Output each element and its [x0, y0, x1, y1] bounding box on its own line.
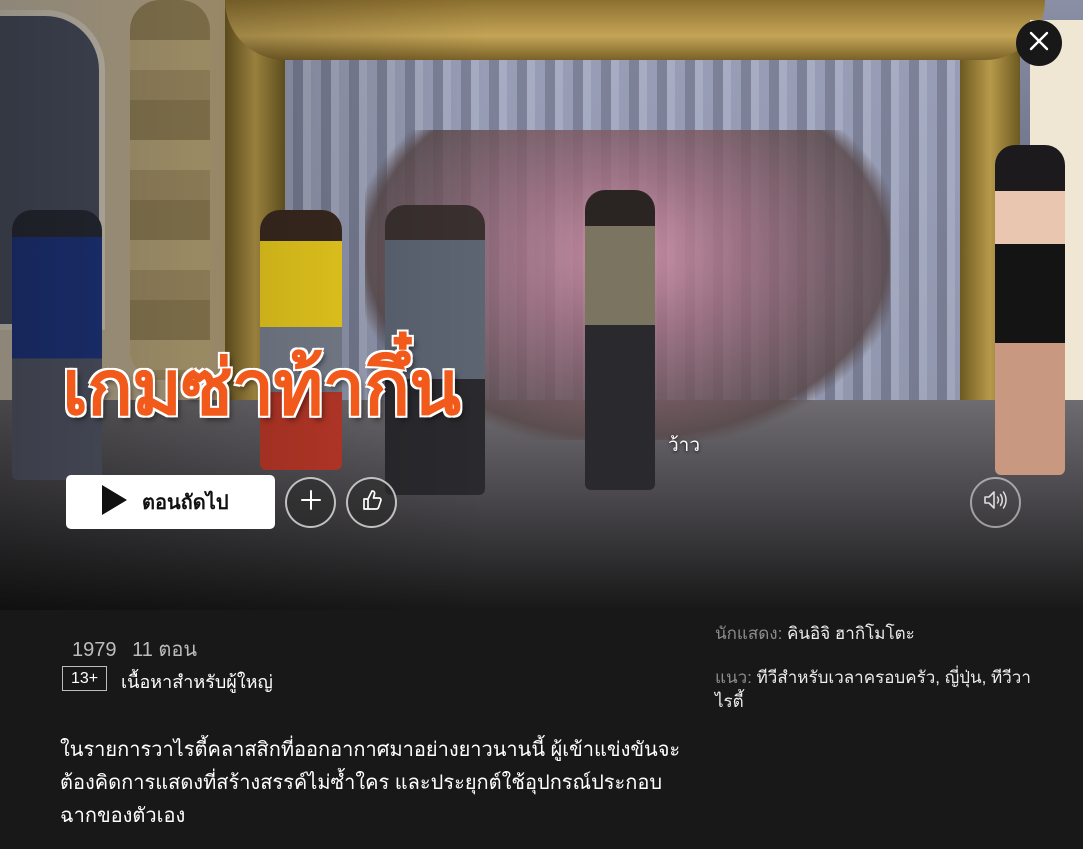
cast-info: นักแสดง: คินอิจิ ฮากิโมโตะ [715, 622, 1035, 646]
close-icon [1028, 30, 1050, 57]
maturity-description: เนื้อหาสำหรับผู้ใหญ่ [121, 672, 273, 692]
plus-icon [300, 489, 322, 516]
maturity-rating-badge: 13+ [62, 666, 108, 691]
next-episode-label: ตอนถัดไป [142, 492, 229, 514]
subtitle-caption: ว้าว [668, 435, 701, 456]
genre-label: แนว: [715, 668, 752, 687]
cast-link[interactable]: คินอิจิ ฮากิโมโตะ [787, 624, 915, 643]
episode-count: 11 ตอน [132, 639, 198, 661]
volume-icon [983, 489, 1009, 516]
next-episode-button[interactable]: ตอนถัดไป [66, 475, 275, 529]
genre-links[interactable]: ทีวีสำหรับเวลาครอบครัว, ญี่ปุ่น, ทีวีวาไ… [715, 668, 1031, 711]
details-panel: 1979 11 ตอน 13+ เนื้อหาสำหรับผู้ใหญ่ ในร… [0, 610, 1083, 849]
hero-image: เกมซ่าท้ากึ๋น ว้าว ตอนถัดไป [0, 0, 1083, 610]
play-icon [100, 484, 128, 521]
meta-line: 1979 11 ตอน [72, 633, 197, 665]
show-title-logo: เกมซ่าท้ากึ๋น [62, 343, 461, 432]
volume-button[interactable] [970, 477, 1021, 528]
synopsis: ในรายการวาไรตี้คลาสสิกที่ออกอากาศมาอย่าง… [60, 739, 681, 827]
genre-info: แนว: ทีวีสำหรับเวลาครอบครัว, ญี่ปุ่น, ที… [715, 666, 1035, 714]
cast-label: นักแสดง: [715, 624, 783, 643]
like-button[interactable] [346, 477, 397, 528]
release-year: 1979 [72, 639, 117, 661]
add-to-list-button[interactable] [285, 477, 336, 528]
thumbs-up-icon [360, 488, 384, 517]
close-button[interactable] [1016, 20, 1062, 66]
